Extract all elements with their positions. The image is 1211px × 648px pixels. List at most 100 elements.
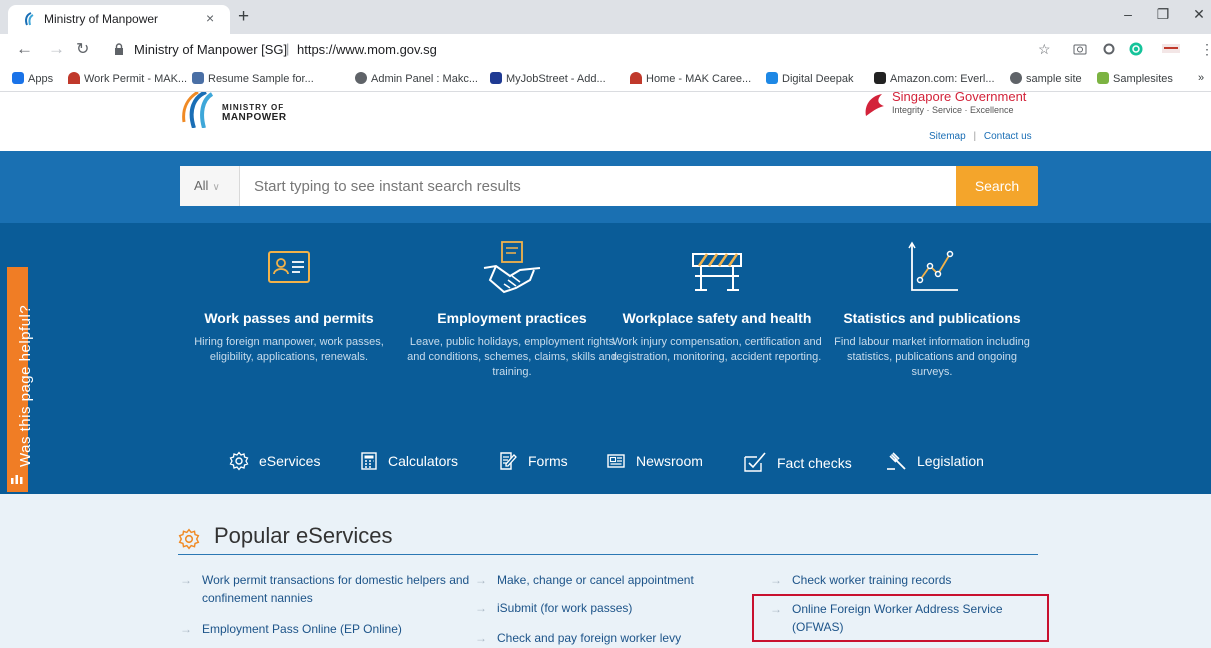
eservice-link-levy[interactable]: → Check and pay foreign worker levy (475, 629, 757, 647)
card-employment-practices[interactable]: Employment practices Leave, public holid… (407, 240, 617, 380)
close-window-button[interactable]: ✕ (1189, 6, 1209, 23)
eservice-link-ep-online[interactable]: → Employment Pass Online (EP Online) (180, 620, 472, 638)
eservice-link-isubmit[interactable]: → iSubmit (for work passes) (475, 599, 757, 617)
popular-eservices-header: Popular eServices (178, 523, 1038, 555)
gear-icon (178, 528, 200, 550)
arrow-right-icon: → (475, 631, 487, 645)
apps-grid-icon (12, 72, 24, 84)
quicklink-eservices[interactable]: eServices (229, 451, 320, 471)
samplesites-icon (1097, 72, 1109, 84)
id-card-icon (268, 251, 310, 283)
singapore-lion-icon (865, 94, 884, 116)
browser-window: Ministry of Manpower × + – ❐ ✕ ← → ↻ Min… (0, 0, 1211, 648)
arrow-right-icon: → (180, 622, 192, 636)
logo-text-line1: MINISTRY OF (222, 103, 285, 112)
tab-title: Ministry of Manpower (44, 12, 159, 26)
new-tab-button[interactable]: + (238, 6, 249, 28)
globe-icon (1010, 72, 1022, 84)
eservice-link-appointment[interactable]: → Make, change or cancel appointment (475, 571, 757, 589)
barrier-icon (692, 253, 742, 291)
restore-button[interactable]: ❐ (1153, 6, 1173, 23)
card-statistics[interactable]: Statistics and publications Find labour … (827, 240, 1037, 380)
gavel-icon (887, 452, 906, 470)
bookmark-samplesites[interactable]: Samplesites (1097, 72, 1173, 85)
tab-mom[interactable]: Ministry of Manpower × (8, 5, 230, 34)
camera-extension-icon[interactable] (1073, 43, 1087, 55)
back-icon[interactable]: ← (16, 39, 33, 59)
newspaper-icon (607, 454, 625, 468)
search-bar: All∨ Search (180, 166, 1038, 206)
card-description: Hiring foreign manpower, work passes, el… (194, 336, 384, 363)
quicklink-forms[interactable]: Forms (498, 451, 568, 471)
digital-deepak-icon (766, 72, 778, 84)
bookmark-apps[interactable]: Apps (12, 72, 53, 85)
card-title: Employment practices (437, 310, 587, 326)
menu-icon[interactable]: ⋮ (1200, 41, 1211, 58)
url-separator: | (286, 41, 290, 56)
mom-logo-icon[interactable] (176, 92, 220, 128)
eservice-link-training-records[interactable]: → Check worker training records (770, 571, 1042, 589)
search-scope-select[interactable]: All ∨ (180, 166, 240, 206)
chevron-down-icon: ∨ (212, 182, 220, 193)
bookmark-star-icon[interactable]: ☆ (1038, 41, 1051, 58)
form-icon (500, 452, 517, 470)
tab-strip: Ministry of Manpower × + – ❐ ✕ (0, 0, 1211, 34)
card-title: Work passes and permits (204, 310, 374, 326)
quicklink-fact-checks[interactable]: Fact checks (743, 451, 852, 473)
forward-icon[interactable]: → (48, 39, 65, 59)
gov-tagline: Integrity · Service · Excellence (892, 105, 1014, 115)
gov-title: Singapore Government (892, 89, 1027, 104)
reload-icon[interactable]: ↻ (76, 39, 89, 59)
bookmark-work-permit[interactable]: Work Permit - MAK... (68, 72, 187, 85)
bookmark-sample-site[interactable]: sample site (1010, 72, 1082, 85)
feedback-bars-icon (11, 475, 23, 484)
quicklink-legislation[interactable]: Legislation (885, 451, 984, 471)
amazon-icon (874, 72, 886, 84)
line-chart-icon (908, 241, 958, 291)
bookmark-mak-career[interactable]: Home - MAK Caree... (630, 72, 751, 85)
bookmark-myjobstreet[interactable]: MyJobStreet - Add... (490, 72, 606, 85)
card-workplace-safety[interactable]: Workplace safety and health Work injury … (612, 240, 822, 365)
logo-text-line2: MANPOWER (222, 112, 287, 123)
bookmarks-bar: Apps Work Permit - MAK... Resume Sample … (0, 66, 1211, 92)
mom-favicon-icon (25, 12, 34, 26)
resume-icon (192, 72, 204, 84)
site-identity: Ministry of Manpower [SG] (134, 42, 288, 57)
bookmark-resume[interactable]: Resume Sample for... (192, 72, 314, 85)
quicklink-newsroom[interactable]: Newsroom (606, 451, 703, 471)
bookmarks-more[interactable]: » (1198, 72, 1204, 84)
check-icon (744, 452, 766, 472)
gear-icon (229, 451, 249, 471)
browser-toolbar: ← → ↻ Ministry of Manpower [SG] | https:… (0, 34, 1211, 66)
mak-icon (630, 72, 642, 84)
url-text: https://www.mom.gov.sg (297, 42, 437, 57)
handshake-icon (483, 241, 541, 294)
bookmark-amazon[interactable]: Amazon.com: Everl... (874, 72, 995, 85)
quicklink-calculators[interactable]: Calculators (360, 451, 458, 471)
bookmark-digital-deepak[interactable]: Digital Deepak (766, 72, 854, 85)
address-bar[interactable]: Ministry of Manpower [SG] | https://www.… (104, 37, 1064, 63)
calculator-icon (361, 452, 377, 470)
opera-extension-icon[interactable] (1103, 43, 1115, 55)
sitemap-link[interactable]: Sitemap (929, 131, 966, 142)
header-link-separator: | (973, 131, 977, 142)
grammarly-extension-icon[interactable] (1129, 42, 1143, 56)
eservice-link-domestic-helpers[interactable]: → Work permit transactions for domestic h… (180, 571, 472, 607)
contact-us-link[interactable]: Contact us (984, 131, 1032, 142)
feedback-tab[interactable]: Was this page helpful? (7, 267, 34, 492)
header-links: Sitemap | Contact us (929, 131, 1032, 142)
card-title: Statistics and publications (843, 310, 1021, 326)
card-work-passes[interactable]: Work passes and permits Hiring foreign m… (184, 240, 394, 365)
card-description: Find labour market information including… (834, 336, 1030, 378)
site-header: MINISTRY OF MANPOWER Singapore Governmen… (0, 89, 1211, 151)
ofwas-highlight-box (752, 594, 1049, 642)
jobstreet-icon (490, 72, 502, 84)
search-button[interactable]: Search (956, 166, 1038, 206)
minimize-button[interactable]: – (1118, 6, 1138, 22)
bookmark-admin-panel[interactable]: Admin Panel : Makc... (355, 72, 478, 85)
mak-icon (68, 72, 80, 84)
search-input[interactable] (240, 166, 954, 206)
tab-close-icon[interactable]: × (206, 10, 214, 26)
quick-links: eServices Calculators Forms Newsroom Fac… (0, 445, 1211, 479)
profile-extension-icon[interactable] (1162, 44, 1180, 53)
